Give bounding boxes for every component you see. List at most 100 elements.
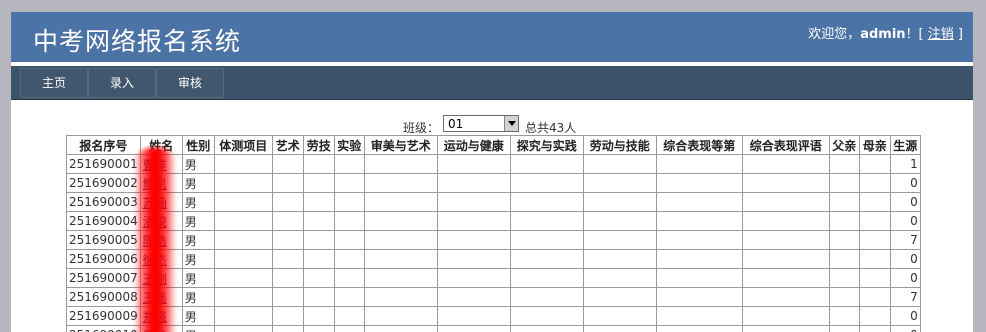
logout-link[interactable]: 注销 (928, 27, 954, 42)
col-header-experiment: 实验 (333, 135, 365, 155)
cell-empty (828, 287, 860, 307)
cell-empty (213, 192, 273, 212)
cell-gender: 男 (181, 173, 215, 193)
cell-empty (302, 306, 335, 326)
cell-name[interactable]: 陈浩 (139, 230, 183, 250)
cell-empty (271, 211, 304, 231)
cell-empty (271, 154, 304, 174)
cell-empty (213, 306, 273, 326)
cell-empty (302, 230, 335, 250)
col-header-labor-skills: 劳动与技能 (582, 135, 657, 155)
cell-empty (271, 192, 304, 212)
cell-source: 1 (889, 154, 921, 174)
cell-name[interactable]: 苏涵 (139, 192, 183, 212)
cell-name[interactable]: 周伟 (139, 325, 183, 332)
table-row: 251690003 苏涵男 0 (66, 192, 921, 212)
cell-gender: 男 (181, 211, 215, 231)
cell-name[interactable]: 鲍凯 (139, 173, 183, 193)
cell-empty (436, 211, 511, 231)
cell-empty (271, 173, 304, 193)
cell-empty (858, 154, 891, 174)
cell-name[interactable]: 王磊 (139, 287, 183, 307)
cell-empty (582, 192, 657, 212)
cell-source: 0 (889, 268, 921, 288)
cell-empty (655, 306, 743, 326)
class-filter-label: 班级： (403, 121, 440, 135)
cell-id: 251690003 (66, 192, 141, 212)
cell-name[interactable]: 郑强 (139, 306, 183, 326)
cell-id: 251690006 (66, 249, 141, 269)
cell-empty (741, 325, 830, 332)
col-header-source: 生源 (889, 135, 921, 155)
bracket-close: ] (953, 27, 963, 42)
cell-empty (509, 154, 584, 174)
table-header-row: 报名序号 姓名 性别 体测项目 艺术 劳技 实验 审美与艺术 运动与健康 探究与… (66, 135, 921, 155)
cell-name[interactable]: 曹洋 (139, 154, 183, 174)
cell-empty (741, 287, 830, 307)
cell-empty (655, 211, 743, 231)
cell-empty (858, 306, 891, 326)
app-frame: 中考网络报名系统 欢迎您，admin！[ 注销 ] 主页 录入 审核 班级： 0… (11, 12, 973, 332)
cell-empty (858, 287, 891, 307)
cell-empty (858, 173, 891, 193)
cell-source: 7 (889, 287, 921, 307)
cell-empty (302, 211, 335, 231)
cell-empty (333, 249, 365, 269)
cell-empty (509, 173, 584, 193)
cell-empty (271, 306, 304, 326)
cell-empty (741, 268, 830, 288)
cell-empty (741, 249, 830, 269)
col-header-name: 姓名 (139, 135, 183, 155)
cell-id: 251690010 (66, 325, 141, 332)
cell-gender: 男 (181, 306, 215, 326)
cell-empty (741, 306, 830, 326)
cell-empty (509, 211, 584, 231)
cell-id: 251690009 (66, 306, 141, 326)
cell-empty (213, 230, 273, 250)
cell-empty (828, 230, 860, 250)
col-header-mother: 母亲 (858, 135, 891, 155)
cell-gender: 男 (181, 268, 215, 288)
nav-item-review[interactable]: 审核 (156, 68, 224, 98)
col-header-father: 父亲 (828, 135, 860, 155)
student-table: 报名序号 姓名 性别 体测项目 艺术 劳技 实验 审美与艺术 运动与健康 探究与… (66, 135, 921, 332)
cell-empty (333, 230, 365, 250)
cell-empty (858, 230, 891, 250)
cell-empty (302, 268, 335, 288)
nav-bar: 主页 录入 审核 (11, 66, 973, 100)
col-header-labor-tech: 劳技 (302, 135, 335, 155)
cell-empty (363, 287, 438, 307)
cell-empty (582, 306, 657, 326)
welcome-text: 欢迎您， (808, 27, 861, 42)
cell-empty (363, 192, 438, 212)
cell-name[interactable]: 潘锐 (139, 211, 183, 231)
cell-id: 251690004 (66, 211, 141, 231)
cell-empty (333, 154, 365, 174)
cell-empty (509, 306, 584, 326)
col-header-aesthetics: 审美与艺术 (363, 135, 438, 155)
col-header-inquiry: 探究与实践 (509, 135, 584, 155)
nav-item-home[interactable]: 主页 (20, 68, 88, 98)
cell-name[interactable]: 徐杰 (139, 249, 183, 269)
cell-empty (655, 154, 743, 174)
nav-item-entry[interactable]: 录入 (88, 68, 156, 98)
cell-gender: 男 (181, 192, 215, 212)
cell-empty (828, 173, 860, 193)
cell-empty (363, 249, 438, 269)
cell-empty (333, 211, 365, 231)
cell-source: 7 (889, 230, 921, 250)
cell-empty (302, 325, 335, 332)
cell-id: 251690005 (66, 230, 141, 250)
class-select[interactable]: 01 (443, 115, 519, 132)
cell-empty (828, 249, 860, 269)
user-bar: 欢迎您，admin！[ 注销 ] (808, 23, 963, 42)
cell-empty (858, 268, 891, 288)
chevron-down-icon[interactable] (504, 116, 518, 131)
col-header-art: 艺术 (271, 135, 304, 155)
cell-gender: 男 (181, 154, 215, 174)
table-row: 251690005 陈浩男 7 (66, 230, 921, 250)
cell-empty (213, 249, 273, 269)
cell-name[interactable]: 王刚 (139, 268, 183, 288)
cell-empty (828, 325, 860, 332)
cell-empty (333, 287, 365, 307)
